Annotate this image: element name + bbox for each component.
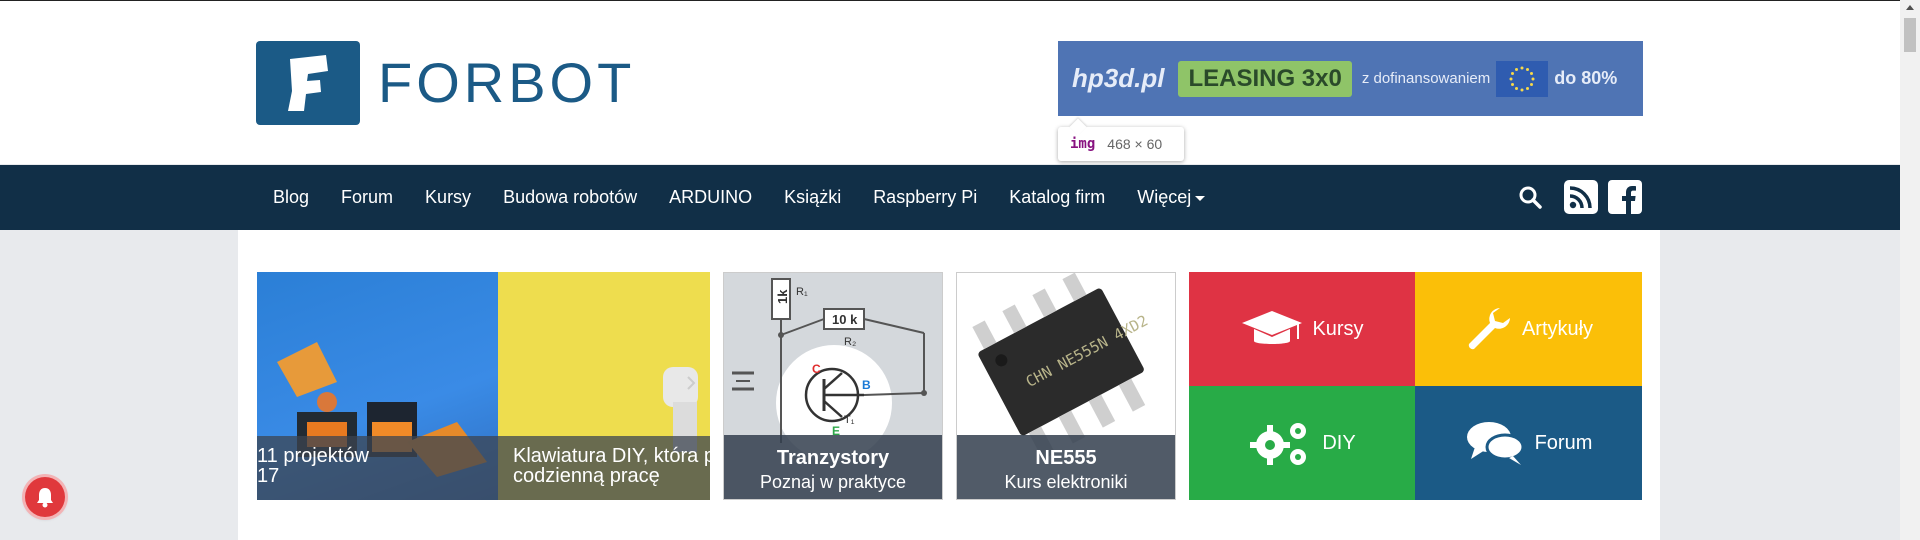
slide-1-title: 11 projektów (257, 445, 369, 467)
scrollbar-thumb[interactable] (1904, 18, 1916, 52)
base-label: B (862, 378, 871, 392)
nav-item-raspberry-pi[interactable]: Raspberry Pi (873, 187, 977, 208)
card-ne555-subtitle: Kurs elektroniki (1004, 472, 1128, 492)
chevron-down-icon (1195, 195, 1206, 201)
quick-link-artykuly-label: Artykuły (1521, 317, 1594, 340)
slide-2-subtitle: codzienną pracę (513, 465, 660, 486)
card-ne555[interactable]: CHN NE555N 4XD2 NE555 Kurs elektroniki (956, 272, 1176, 500)
devtools-image-tooltip: img 468 × 60 (1058, 127, 1184, 161)
card-tranzystory-subtitle: Poznaj w praktyce (759, 472, 907, 492)
tooltip-dimensions: 468 × 60 (1107, 136, 1163, 152)
advertisement-banner[interactable]: hp3d.pl LEASING 3x0 z dofinansowaniem do… (1058, 41, 1643, 116)
site-header: FORBOT hp3d.pl LEASING 3x0 z dofinansowa… (0, 1, 1900, 164)
gears-icon (1250, 423, 1307, 465)
quick-link-diy-label: DIY (1322, 431, 1356, 454)
vertical-scrollbar[interactable] (1900, 0, 1920, 540)
nav-item-blog[interactable]: Blog (273, 187, 309, 208)
quick-link-kursy-label: Kursy (1312, 317, 1364, 340)
resistor-1-value: 1k (775, 289, 790, 304)
resistor-2-name: R₂ (844, 336, 856, 348)
quick-link-kursy[interactable]: Kursy (1189, 272, 1415, 386)
nav-item-wiecej-label: Więcej (1137, 187, 1192, 207)
graduation-cap-icon (1242, 311, 1303, 344)
collector-label: C (812, 362, 821, 376)
slide-1-subtitle: 17 (257, 465, 280, 487)
quick-link-forum[interactable]: Forum (1415, 386, 1642, 500)
forbot-logo-icon[interactable] (256, 41, 360, 125)
nav-item-ksiazki[interactable]: Książki (784, 187, 841, 208)
card-ne555-title: NE555 (1035, 447, 1097, 469)
eu-flag-icon (1496, 60, 1549, 97)
chat-bubbles-icon (1466, 422, 1525, 465)
nav-item-kursy[interactable]: Kursy (425, 187, 471, 208)
logo-wordmark[interactable]: FORBOT (378, 53, 635, 113)
facebook-icon[interactable] (1608, 180, 1642, 214)
quick-link-artykuly[interactable]: Artykuły (1415, 272, 1642, 386)
main-navigation: Blog Forum Kursy Budowa robotów ARDUINO … (0, 165, 1900, 230)
wrench-icon (1468, 308, 1510, 350)
banner-brand: hp3d.pl (1072, 63, 1165, 93)
quick-link-forum-label: Forum (1534, 431, 1593, 454)
card-tranzystory[interactable]: 1k R₁ 10 k R₂ C B E T₁ Tranzystory Pozna… (723, 272, 943, 500)
tooltip-tag: img (1070, 136, 1096, 152)
nav-item-budowa-robotow[interactable]: Budowa robotów (503, 187, 637, 208)
featured-slider[interactable]: 11 projektów 17 Klawiatura DIY, która p … (257, 272, 710, 500)
search-icon[interactable] (1518, 185, 1542, 209)
banner-percent: do 80% (1554, 68, 1618, 88)
rss-icon[interactable] (1564, 180, 1598, 214)
nav-item-katalog-firm[interactable]: Katalog firm (1009, 187, 1105, 208)
nav-item-arduino[interactable]: ARDUINO (669, 187, 752, 208)
notification-bell-button[interactable] (25, 477, 65, 517)
transistor-label: T₁ (844, 414, 855, 426)
resistor-1-name: R₁ (796, 286, 808, 298)
nav-item-wiecej[interactable]: Więcej (1137, 187, 1206, 208)
banner-subtitle: z dofinansowaniem (1361, 70, 1491, 87)
slide-2-title: Klawiatura DIY, która p (513, 446, 710, 467)
resistor-2-value: 10 k (832, 312, 858, 327)
bell-icon (37, 488, 53, 508)
scroll-up-arrow-icon[interactable] (1906, 5, 1914, 10)
card-tranzystory-title: Tranzystory (776, 447, 890, 469)
quick-link-diy[interactable]: DIY (1189, 386, 1415, 500)
banner-leasing: LEASING 3x0 (1178, 60, 1352, 97)
nav-item-forum[interactable]: Forum (341, 187, 393, 208)
